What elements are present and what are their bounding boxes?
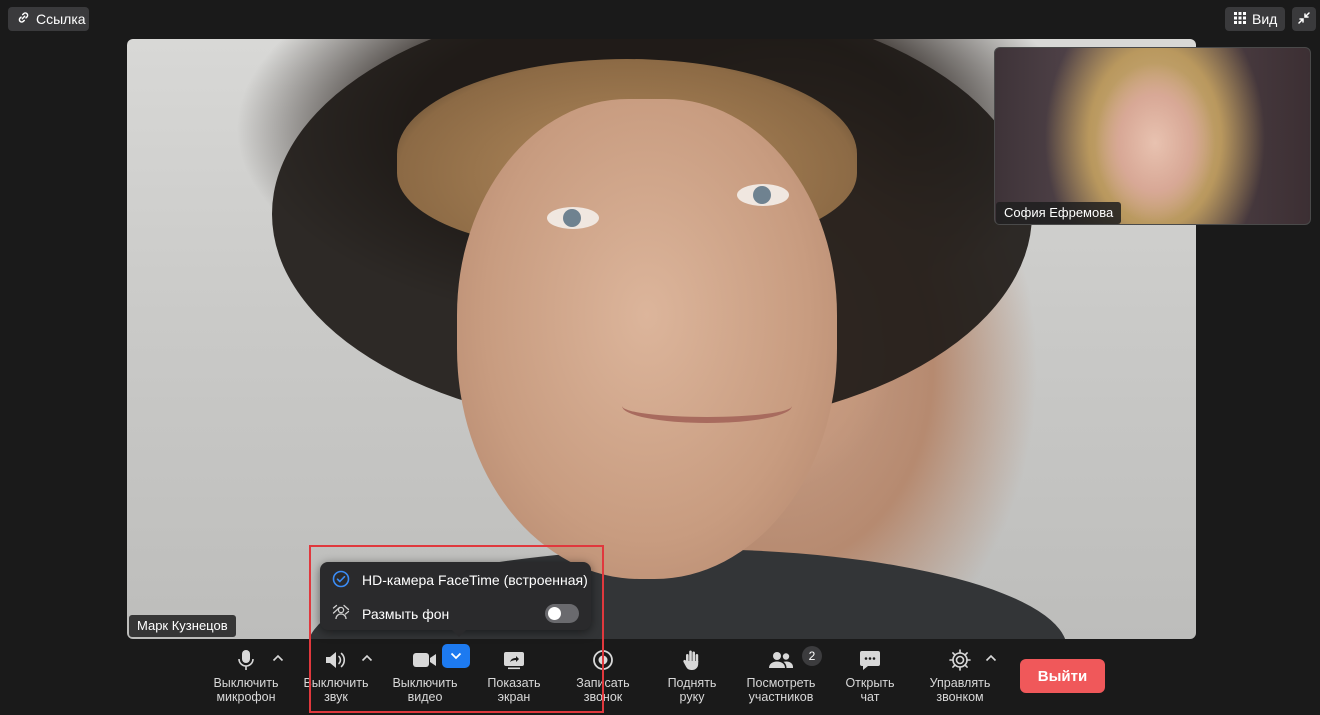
open-chat-button[interactable]: Открыть чат	[830, 648, 910, 704]
record-icon	[563, 648, 643, 672]
manage-call-label-2: звонком	[936, 690, 984, 704]
video-options-button[interactable]	[442, 644, 470, 668]
view-participants-label-2: участников	[748, 690, 814, 704]
thumbnail-video-feed[interactable]	[994, 47, 1311, 225]
thumbnail-participant-name: София Ефремова	[996, 202, 1122, 224]
camera-option-item[interactable]: HD-камера FaceTime (встроенная)	[332, 569, 588, 591]
blur-background-item[interactable]: Размыть фон	[332, 603, 449, 625]
stop-video-label-2: видео	[407, 690, 443, 704]
mute-microphone-label-1: Выключить	[213, 676, 279, 690]
mute-sound-label-1: Выключить	[303, 676, 369, 690]
manage-call-label-1: Управлять	[929, 676, 991, 690]
view-participants-label-1: Посмотреть	[746, 676, 816, 690]
mute-sound-label-2: звук	[324, 690, 348, 704]
check-circle-icon	[332, 570, 350, 591]
link-button-label: Ссылка	[36, 11, 86, 27]
mute-microphone-label-2: микрофон	[216, 690, 276, 704]
open-chat-label-2: чат	[860, 690, 880, 704]
collapse-icon	[1298, 11, 1310, 27]
hand-icon	[652, 648, 732, 672]
video-mouth	[622, 389, 792, 423]
sound-options-chevron-up-icon[interactable]	[361, 649, 373, 662]
share-screen-icon	[474, 648, 554, 672]
raise-hand-button[interactable]: Поднять руку	[652, 648, 732, 704]
chevron-down-icon	[450, 647, 462, 665]
participants-count-badge: 2	[802, 646, 822, 666]
view-button[interactable]: Вид	[1225, 7, 1285, 31]
link-icon	[17, 11, 30, 27]
link-button[interactable]: Ссылка	[8, 7, 89, 31]
grid-icon	[1234, 11, 1246, 27]
video-face-shape	[457, 99, 837, 579]
video-eye-left	[547, 207, 599, 229]
exit-fullscreen-button[interactable]	[1292, 7, 1316, 31]
leave-call-button[interactable]: Выйти	[1020, 659, 1105, 693]
raise-hand-label-1: Поднять	[667, 676, 717, 690]
blur-background-toggle[interactable]	[545, 604, 579, 623]
share-screen-label-1: Показать	[487, 676, 541, 690]
stop-video-label-1: Выключить	[392, 676, 458, 690]
record-call-label-1: Записать	[576, 676, 630, 690]
blur-icon	[332, 604, 350, 625]
open-chat-label-1: Открыть	[845, 676, 895, 690]
camera-options-popup: HD-камера FaceTime (встроенная) Размыть …	[320, 562, 591, 630]
record-call-button[interactable]: Записать звонок	[563, 648, 643, 704]
share-screen-button[interactable]: Показать экран	[474, 648, 554, 704]
popup-pointer	[452, 630, 466, 637]
video-eye-right	[737, 184, 789, 206]
camera-option-label: HD-камера FaceTime (встроенная)	[362, 572, 588, 588]
chat-icon	[830, 648, 910, 672]
main-participant-name: Марк Кузнецов	[129, 615, 236, 637]
share-screen-label-2: экран	[497, 690, 531, 704]
record-call-label-2: звонок	[583, 690, 623, 704]
view-button-label: Вид	[1252, 11, 1278, 27]
manage-options-chevron-up-icon[interactable]	[985, 649, 997, 662]
microphone-options-chevron-up-icon[interactable]	[272, 649, 284, 662]
raise-hand-label-2: руку	[679, 690, 705, 704]
blur-background-label: Размыть фон	[362, 606, 450, 622]
